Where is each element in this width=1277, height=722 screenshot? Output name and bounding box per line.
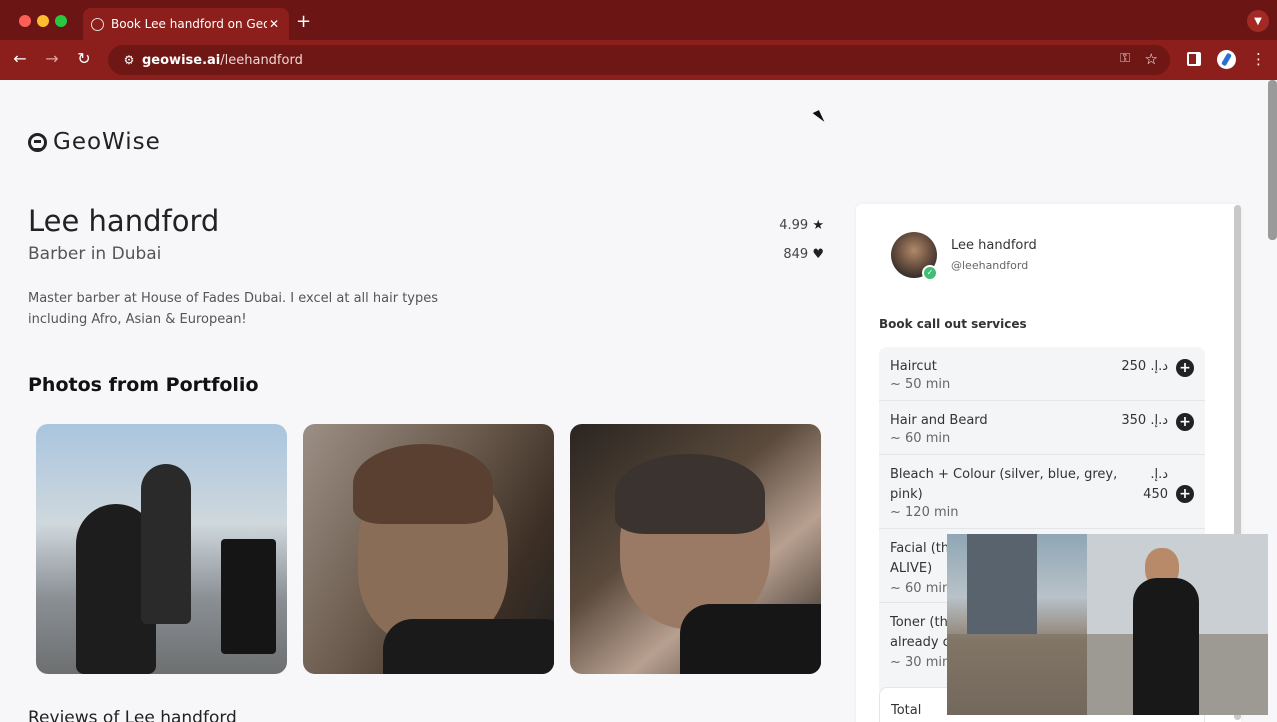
key-icon[interactable]: ⚿	[1120, 51, 1130, 66]
side-panel-icon[interactable]	[1187, 52, 1201, 66]
address-bar[interactable]: ⚙ geowise.ai/leehandford ⚿ ☆	[108, 45, 1170, 75]
add-service-icon[interactable]: +	[1176, 413, 1194, 431]
maximize-window-button[interactable]	[55, 15, 67, 27]
reload-icon[interactable]: ↻	[73, 49, 95, 68]
add-service-icon[interactable]: +	[1176, 359, 1194, 377]
booking-heading: Book call out services	[879, 317, 1027, 331]
heart-icon: ♥	[812, 247, 824, 262]
new-tab-button[interactable]: +	[296, 11, 311, 32]
brand-name: GeoWise	[53, 129, 161, 155]
forward-arrow-icon[interactable]: →	[41, 49, 63, 68]
booking-barber-name: Lee handford	[951, 238, 1037, 253]
booking-barber-handle: @leehandford	[951, 259, 1029, 272]
close-window-button[interactable]	[19, 15, 31, 27]
profile-likes: 849 ♥	[760, 247, 824, 262]
profile-avatar-icon[interactable]	[1217, 50, 1236, 69]
browser-tab-active[interactable]: Book Lee handford on GeoWise ✕	[83, 8, 289, 40]
star-icon: ★	[812, 218, 824, 233]
service-item-hair-and-beard[interactable]: Hair and Beard ~ 60 min 350 .د.إ +	[879, 401, 1205, 455]
page-scrollbar[interactable]	[1268, 80, 1277, 240]
profile-rating: 4.99 ★	[760, 218, 824, 233]
add-service-icon[interactable]: +	[1176, 485, 1194, 503]
rating-value: 4.99	[779, 218, 809, 233]
profile-name: Lee handford	[28, 204, 220, 238]
reviews-title: Reviews of Lee handford	[28, 708, 237, 722]
service-item-haircut[interactable]: Haircut ~ 50 min 250 .د.إ +	[879, 347, 1205, 401]
profile-bio: Master barber at House of Fades Dubai. I…	[28, 291, 439, 327]
portfolio-photo[interactable]	[303, 424, 554, 674]
service-item-bleach-colour[interactable]: Bleach + Colour (silver, blue, grey, pin…	[879, 455, 1205, 529]
site-settings-icon[interactable]: ⚙	[116, 53, 142, 67]
more-menu-icon[interactable]: ⋮	[1251, 50, 1266, 68]
geowise-logo-icon	[28, 132, 47, 152]
webcam-overlay	[947, 534, 1268, 715]
portfolio-photo[interactable]	[570, 424, 821, 674]
portfolio-photo[interactable]	[36, 424, 287, 674]
portfolio-title: Photos from Portfolio	[28, 374, 259, 396]
tab-search-chevron-icon[interactable]: ▼	[1247, 10, 1269, 32]
minimize-window-button[interactable]	[37, 15, 49, 27]
url-text[interactable]: geowise.ai/leehandford	[142, 53, 303, 68]
back-arrow-icon[interactable]: ←	[9, 49, 31, 68]
browser-tab-bar: Book Lee handford on GeoWise ✕ + ▼	[0, 0, 1277, 40]
site-logo[interactable]: GeoWise	[28, 129, 161, 155]
likes-value: 849	[783, 247, 809, 262]
close-tab-icon[interactable]: ✕	[267, 17, 281, 31]
globe-icon	[91, 17, 104, 31]
bookmark-star-icon[interactable]: ☆	[1145, 50, 1158, 68]
presenter-body	[1133, 578, 1199, 715]
verified-check-icon: ✓	[922, 265, 938, 281]
tab-title: Book Lee handford on GeoWise	[111, 17, 267, 31]
profile-role: Barber in Dubai	[28, 244, 162, 264]
total-label: Total	[891, 703, 922, 718]
browser-toolbar: ← → ↻ ⚙ geowise.ai/leehandford ⚿ ☆ ⋮	[0, 40, 1277, 80]
